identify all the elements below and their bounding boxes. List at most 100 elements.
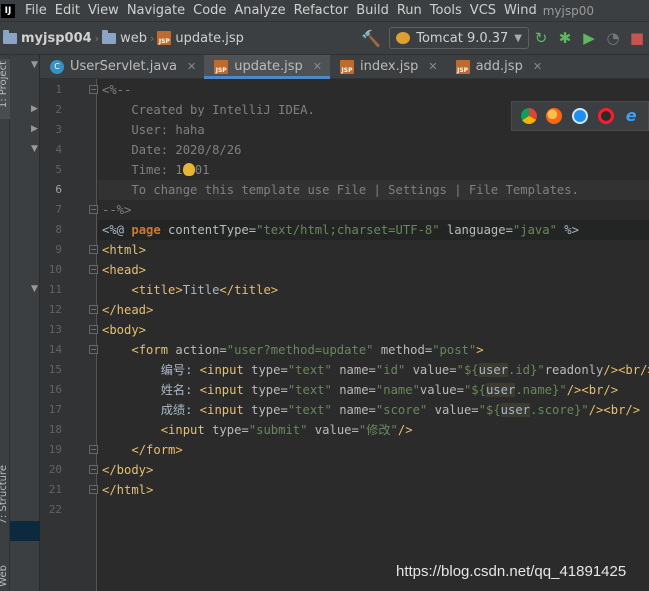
- menu-window[interactable]: Wind: [500, 3, 541, 18]
- fold-toggle-icon[interactable]: −: [89, 245, 98, 254]
- menu-vcs[interactable]: VCS: [466, 3, 500, 18]
- tree-expand-arrow-icon[interactable]: ▼: [31, 60, 38, 70]
- edge-icon[interactable]: e: [623, 108, 639, 124]
- breadcrumb-file[interactable]: JSP update.jsp: [154, 31, 247, 46]
- safari-icon[interactable]: [571, 108, 588, 124]
- stop-icon[interactable]: ■: [625, 29, 649, 47]
- close-icon[interactable]: ✕: [187, 60, 196, 73]
- opera-icon[interactable]: [597, 108, 614, 124]
- code-token: .id}": [508, 363, 545, 377]
- menu-file[interactable]: File: [21, 3, 51, 18]
- line-number: 4: [55, 143, 62, 156]
- line-number: 17: [48, 403, 62, 416]
- breadcrumb-project[interactable]: myjsp004: [0, 29, 95, 46]
- fold-toggle-icon[interactable]: −: [89, 445, 98, 454]
- fold-toggle-icon[interactable]: −: [89, 205, 98, 214]
- fold-toggle-icon[interactable]: −: [89, 345, 98, 354]
- fold-toggle-icon[interactable]: −: [89, 325, 98, 334]
- window-title: myjsp00: [542, 3, 594, 18]
- menu-code[interactable]: Code: [189, 3, 230, 18]
- tab-label: index.jsp: [360, 59, 419, 74]
- code-line: <%@ page contentType="text/html;charset=…: [98, 220, 649, 240]
- line-number: 22: [48, 503, 62, 516]
- code-line: <title>Title</title>: [98, 280, 649, 300]
- close-icon[interactable]: ✕: [313, 60, 322, 73]
- jsp-file-icon: JSP: [214, 59, 229, 74]
- line-number: 16: [48, 383, 62, 396]
- fold-toggle-icon[interactable]: −: [89, 305, 98, 314]
- menu-build[interactable]: Build: [352, 3, 393, 18]
- line-number: 19: [48, 443, 62, 456]
- breadcrumb-folder[interactable]: web: [99, 29, 150, 46]
- line-number: 20: [48, 463, 62, 476]
- code-token: type=: [204, 423, 249, 437]
- close-icon[interactable]: ✕: [533, 60, 542, 73]
- navigation-bar: myjsp004 › web › JSP update.jsp 🔨 Tomcat…: [0, 21, 649, 55]
- menu-edit[interactable]: Edit: [51, 3, 84, 18]
- java-class-icon: C: [50, 59, 64, 74]
- fold-toggle-icon[interactable]: −: [89, 85, 98, 94]
- menu-run[interactable]: Run: [393, 3, 426, 18]
- build-hammer-icon[interactable]: 🔨: [359, 29, 383, 48]
- code-token: <input: [160, 423, 205, 437]
- firefox-icon[interactable]: [546, 108, 563, 124]
- tab-index-jsp[interactable]: JSP index.jsp ✕: [330, 55, 446, 78]
- code-token: type=: [243, 403, 288, 417]
- code-token: "${: [463, 383, 486, 397]
- line-number: 9: [55, 243, 62, 256]
- fold-toggle-icon[interactable]: −: [89, 485, 98, 494]
- debug-bug-icon[interactable]: ✱: [553, 29, 577, 47]
- code-token: user: [500, 403, 531, 417]
- line-number: 10: [48, 263, 62, 276]
- code-token: "java": [512, 223, 557, 237]
- code-token: "score": [375, 403, 428, 417]
- menu-tools[interactable]: Tools: [426, 3, 466, 18]
- tomcat-icon: [396, 32, 411, 44]
- tree-expand-arrow-icon[interactable]: ▶: [31, 104, 38, 114]
- jsp-file-icon: JSP: [340, 59, 355, 74]
- code-token: Date: 2020/8/26: [131, 143, 242, 157]
- tree-expand-arrow-icon[interactable]: ▼: [31, 144, 38, 154]
- code-token: <body>: [102, 323, 147, 337]
- code-editor[interactable]: <%-- Created by IntelliJ IDEA. User: hah…: [98, 79, 649, 591]
- menu-refactor[interactable]: Refactor: [290, 3, 353, 18]
- code-token: </head>: [102, 303, 154, 317]
- tab-add-jsp[interactable]: JSP add.jsp ✕: [446, 55, 550, 78]
- code-line: Time: 1 01: [98, 160, 649, 180]
- menu-view[interactable]: View: [84, 3, 123, 18]
- tree-expand-arrow-icon[interactable]: ▼: [31, 284, 38, 294]
- run-configuration-select[interactable]: Tomcat 9.0.37 ▼: [389, 27, 529, 49]
- menu-analyze[interactable]: Analyze: [230, 3, 289, 18]
- menu-navigate[interactable]: Navigate: [123, 3, 189, 18]
- project-folder-icon: [3, 29, 17, 44]
- intention-bulb-icon[interactable]: [182, 163, 195, 176]
- run-with-coverage-icon[interactable]: ▶: [577, 29, 601, 47]
- tab-userservlet-java[interactable]: C UserServlet.java ✕: [40, 55, 204, 78]
- fold-toggle-icon[interactable]: −: [89, 465, 98, 474]
- code-line: </body>: [98, 460, 649, 480]
- code-token: "submit": [248, 423, 308, 437]
- code-token: <title>: [131, 283, 183, 297]
- code-token: />: [588, 403, 604, 417]
- tab-label: add.jsp: [475, 59, 523, 74]
- code-token: readonly: [544, 363, 604, 377]
- code-line: <form action="user?method=update" method…: [98, 340, 649, 360]
- fold-toggle-icon[interactable]: −: [89, 265, 98, 274]
- code-token: />: [397, 423, 413, 437]
- chrome-icon[interactable]: [520, 108, 537, 124]
- code-token: />: [603, 363, 619, 377]
- code-token: --%>: [102, 203, 132, 217]
- tab-update-jsp[interactable]: JSP update.jsp ✕: [204, 55, 331, 79]
- line-number: 12: [48, 303, 62, 316]
- rerun-icon[interactable]: ↻: [529, 29, 553, 47]
- close-icon[interactable]: ✕: [428, 60, 437, 73]
- breadcrumb-file-label: update.jsp: [175, 30, 244, 46]
- profile-icon[interactable]: ◔: [601, 29, 625, 47]
- editor-gutter: 1 2 3 4 5 6 7 8 9 10 11 12 13 14 15 16 1…: [40, 79, 98, 591]
- tree-expand-arrow-icon[interactable]: ▶: [31, 124, 38, 134]
- code-token: <br/>: [581, 383, 619, 397]
- tree-selected-row[interactable]: [10, 521, 40, 541]
- code-line: Date: 2020/8/26: [98, 140, 649, 160]
- code-token: 姓名:: [160, 383, 193, 397]
